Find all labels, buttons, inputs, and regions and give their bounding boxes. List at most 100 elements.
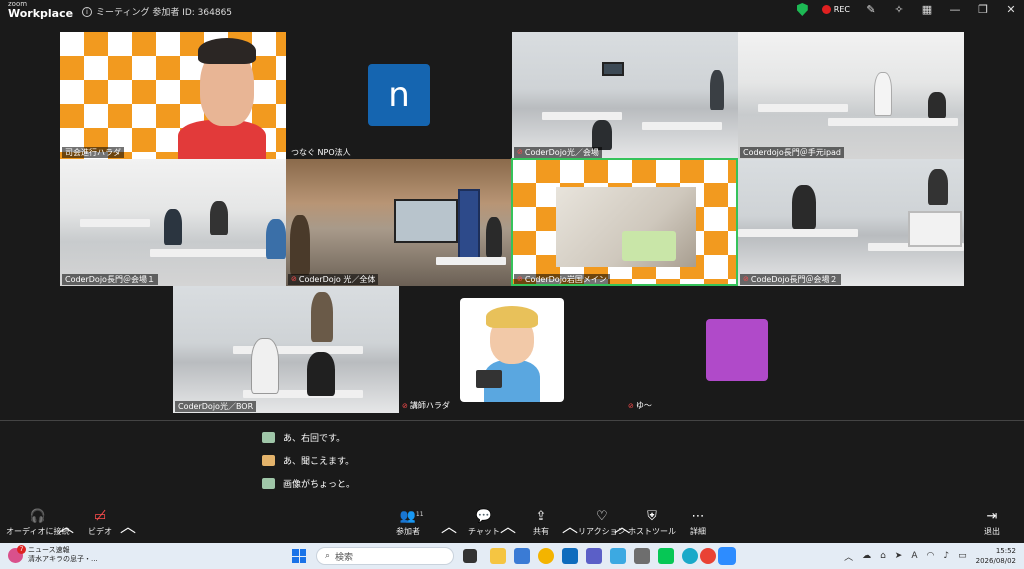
chevron-up-icon[interactable]: ︿ [844, 550, 853, 563]
app-icon[interactable] [586, 548, 602, 564]
zoom-logo: zoom Workplace [8, 1, 74, 20]
restore-icon[interactable]: ❐ [976, 3, 990, 16]
grid-view-icon[interactable]: ▦ [920, 3, 934, 16]
leave-button[interactable]: ⇥ 退出 [984, 508, 1000, 537]
tile-label: ⊘ CodeDojo長門＠会場２ [740, 274, 841, 285]
browser-icon[interactable] [538, 548, 554, 564]
video-tile-iwakuni-main[interactable]: ⊘ CoderDojo岩国メイン [512, 159, 738, 286]
more-button[interactable]: ⋯ 詳細 [690, 508, 706, 537]
battery-icon[interactable]: ▭ [958, 551, 967, 561]
tile-label: Coderdojo長門＠手元ipad [740, 147, 844, 158]
sparkle-icon[interactable]: ✧ [892, 3, 906, 16]
record-dot-icon [821, 5, 831, 14]
venue-person [928, 92, 946, 118]
store-icon[interactable] [514, 548, 530, 564]
video-tile-host[interactable]: 司会進行ハラダ [60, 32, 286, 159]
photos-icon[interactable] [610, 548, 626, 564]
video-tile-hikari-all[interactable]: ⊘ CoderDojo 光／全体 [286, 159, 512, 286]
audio-options-caret[interactable]: ︿ [58, 513, 74, 537]
video-options-caret[interactable]: ︿ [120, 513, 136, 537]
video-button[interactable]: ▭̸ ビデオ [88, 508, 112, 537]
yu-avatar [706, 319, 768, 381]
venue-desk [542, 112, 622, 120]
venue-person [311, 292, 333, 342]
venue-person [307, 352, 335, 396]
tile-label: ⊘ CoderDojo岩国メイン [514, 274, 610, 285]
tile-label: CoderDojo光／BOR [175, 401, 257, 412]
venue-desk [436, 257, 506, 265]
volume-icon[interactable]: ♪ [943, 551, 949, 561]
exit-door-icon: ⇥ [986, 509, 998, 524]
chat-sender-icon [262, 455, 275, 466]
onedrive-icon[interactable]: ☁ [862, 551, 871, 561]
monitor [908, 211, 962, 247]
location-icon[interactable]: ➤ [895, 551, 903, 561]
news-subtitle: 清水アキラの息子・... [28, 555, 98, 563]
chat-button[interactable]: 💬 チャット [468, 508, 500, 537]
chrome-icon[interactable] [700, 548, 716, 564]
venue-person [874, 72, 892, 116]
minimize-icon[interactable]: — [948, 3, 962, 16]
avatar-laptop [476, 370, 502, 388]
windows-taskbar: 7 ニュース速報 清水アキラの息子・... ⌕ 検索 ︿ ☁ ⌂ ➤ A ◠ ♪… [0, 543, 1024, 569]
chat-message: あ、聞こえます。 [262, 454, 354, 467]
zoom-window: zoom Workplace i ミーティング 参加者 ID: 364865 R… [0, 0, 1024, 569]
chat-message: あ、右回です。 [262, 431, 345, 444]
host-hair [198, 38, 256, 64]
tile-label-yu: ⊘ ゆ〜 [628, 401, 652, 410]
meeting-info-text: ミーティング 参加者 ID: 364865 [96, 8, 233, 18]
venue-screen [602, 62, 624, 76]
venue-person [592, 120, 612, 150]
game-icon[interactable] [634, 548, 650, 564]
venue-person [710, 70, 724, 110]
participants-options-caret[interactable]: ︿ [441, 513, 457, 537]
tile-label: つなぐ NPO法人 [291, 148, 351, 157]
ime-icon[interactable]: A [911, 551, 917, 561]
hand-object [622, 231, 676, 261]
projector-screen [394, 199, 458, 243]
participants-button[interactable]: 👥 11 参加者 [396, 508, 424, 537]
host-tools-button[interactable]: ⛨ ホストツール [628, 508, 676, 537]
logo-line-2: Workplace [8, 7, 74, 20]
muted-mic-icon: ⊘ [628, 401, 634, 410]
windows-start-icon[interactable] [292, 549, 306, 563]
more-dots-icon: ⋯ [691, 509, 705, 524]
chat-options-caret[interactable]: ︿ [500, 513, 516, 537]
mail-icon[interactable] [562, 548, 578, 564]
video-tile-hikari-venue[interactable]: ⊘ CoderDojo光／会場 [512, 32, 738, 159]
clock-time: 15:52 [995, 547, 1016, 555]
camera-feed [556, 187, 696, 267]
edge-icon[interactable] [682, 548, 698, 564]
npo-avatar: n [368, 64, 430, 126]
banner [458, 189, 480, 259]
meeting-toolbar: 🎧 オーディオに接続 ︿ ▭̸ ビデオ ︿ 👥 11 参加者 ︿ 💬 チャット ︿… [0, 505, 1024, 543]
magic-wand-icon[interactable]: ✎ [864, 3, 878, 16]
venue-person [210, 201, 228, 235]
chat-sender-icon [262, 432, 275, 443]
task-view-icon[interactable] [463, 549, 477, 563]
avatar-hair [486, 306, 538, 328]
video-tile-nagato-ipad[interactable]: Coderdojo長門＠手元ipad [738, 32, 964, 159]
muted-mic-icon: ⊘ [402, 401, 408, 410]
close-icon[interactable]: ✕ [1004, 3, 1018, 16]
security-shield-icon[interactable] [796, 3, 808, 16]
meeting-info-button[interactable]: i ミーティング 参加者 ID: 364865 [82, 5, 232, 18]
taskbar-search-input[interactable]: ⌕ 検索 [316, 547, 454, 565]
clock[interactable]: 15:52 2026/08/02 [976, 546, 1016, 566]
network-share-icon[interactable]: ⌂ [880, 551, 886, 561]
heart-icon: ♡ [595, 509, 608, 524]
news-widget[interactable]: 7 ニュース速報 清水アキラの息子・... [8, 544, 98, 564]
video-tile-hikari-bor[interactable]: CoderDojo光／BOR [173, 286, 399, 413]
zoom-taskbar-icon[interactable] [718, 547, 736, 565]
venue-person [290, 215, 310, 275]
share-options-caret[interactable]: ︿ [562, 513, 578, 537]
share-button[interactable]: ⇪ 共有 [533, 508, 549, 537]
video-tile-nagato-venue1[interactable]: CoderDojo長門＠会場１ [60, 159, 286, 286]
line-icon[interactable] [658, 548, 674, 564]
video-tile-nagato-venue2[interactable]: ⊘ CodeDojo長門＠会場２ [738, 159, 964, 286]
file-explorer-icon[interactable] [490, 548, 506, 564]
chat-message: 画像がちょっと。 [262, 477, 355, 490]
wifi-icon[interactable]: ◠ [927, 551, 935, 561]
tile-label: ⊘ CoderDojo 光／全体 [288, 274, 379, 285]
recording-indicator[interactable]: REC [821, 5, 850, 14]
